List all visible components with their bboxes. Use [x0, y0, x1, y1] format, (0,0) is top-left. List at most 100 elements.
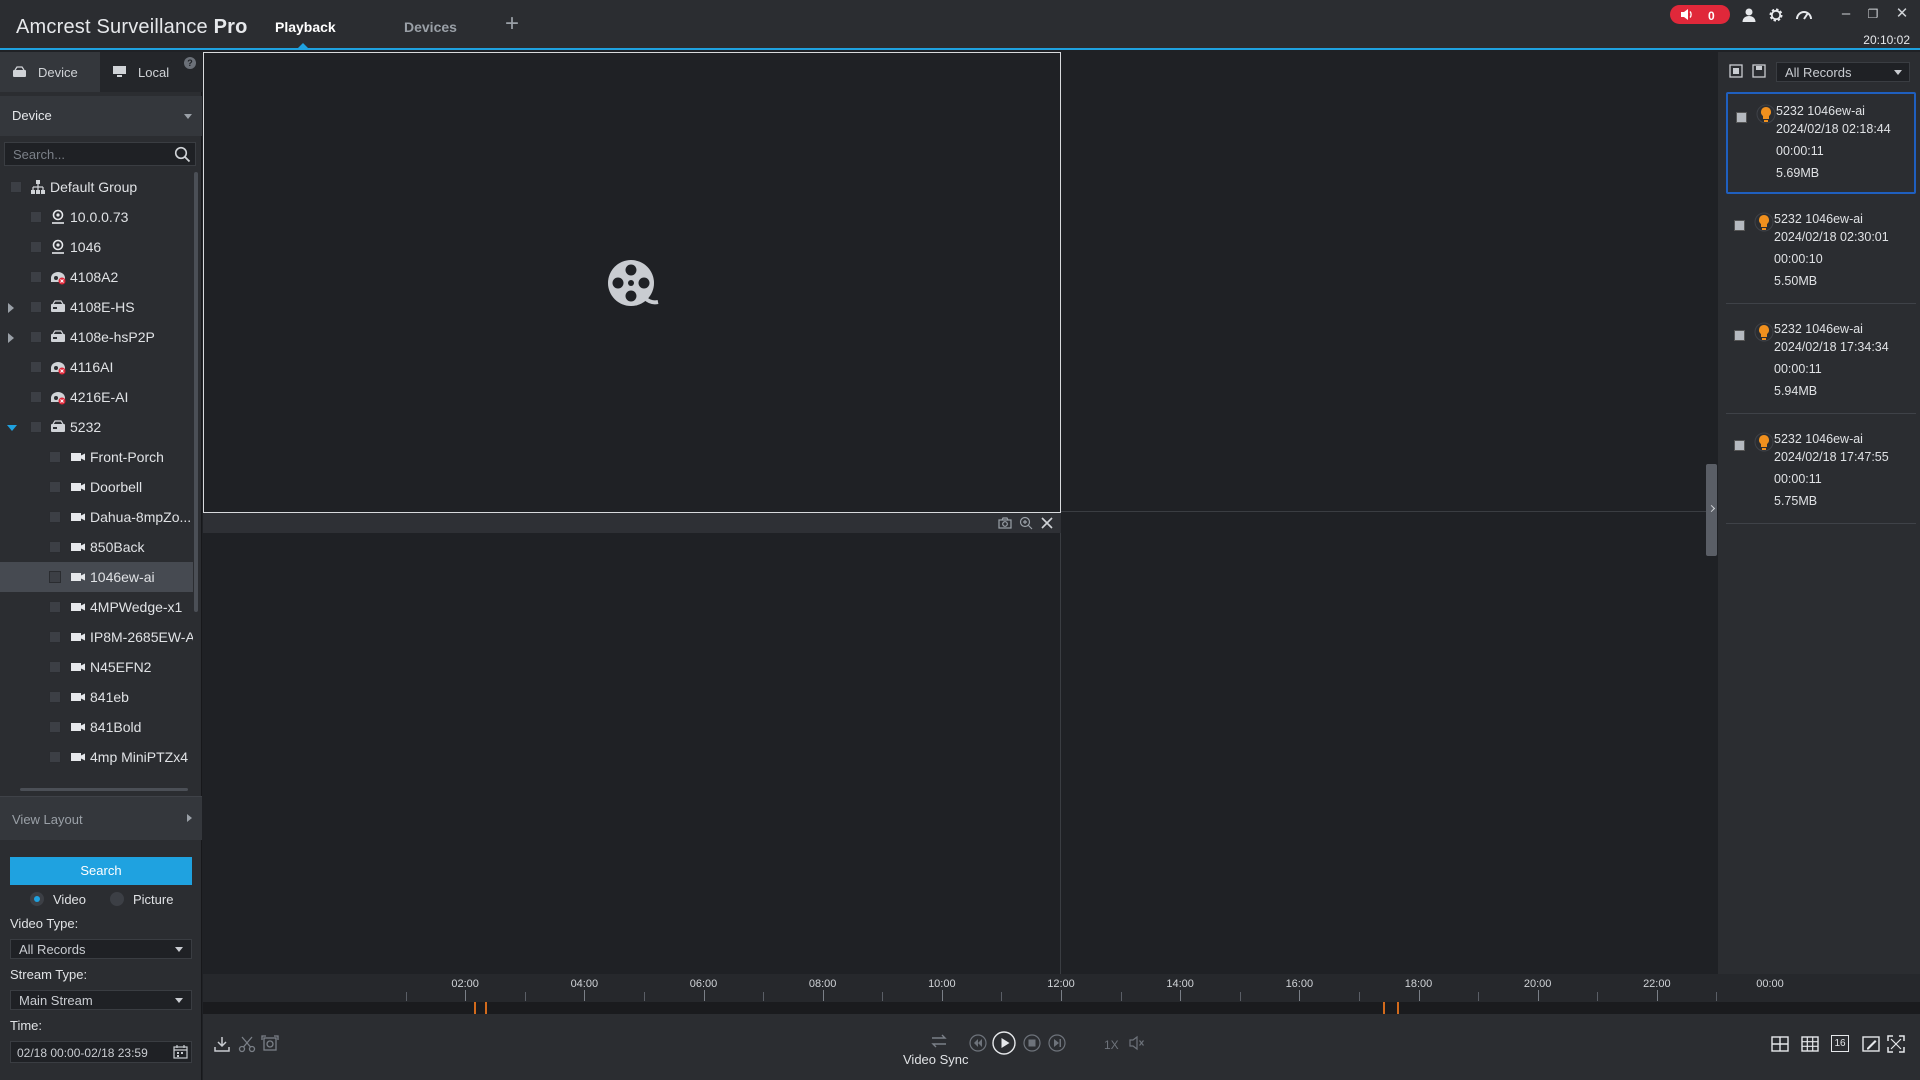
video-pane-3[interactable] — [203, 513, 1061, 974]
tree-item[interactable]: 5232 — [0, 412, 193, 442]
tree-item-checkbox[interactable] — [30, 301, 42, 313]
tree-item[interactable]: 1046ew-ai — [0, 562, 193, 592]
tree-item[interactable]: Doorbell — [0, 472, 193, 502]
record-checkbox[interactable] — [1734, 220, 1745, 231]
tree-item-checkbox[interactable] — [30, 211, 42, 223]
alarm-badge[interactable]: 0 — [1670, 5, 1730, 24]
record-item[interactable]: 5232 1046ew-ai 2024/02/18 17:47:55 00:00:1… — [1726, 422, 1916, 524]
device-search-input[interactable] — [13, 146, 163, 162]
tree-item-checkbox[interactable] — [49, 451, 61, 463]
records-panel-toggle[interactable] — [1706, 464, 1717, 556]
help-icon[interactable]: ? — [184, 57, 196, 69]
download-icon[interactable] — [213, 1035, 231, 1053]
rewind-icon[interactable] — [969, 1034, 987, 1052]
tree-item[interactable]: 841eb — [0, 682, 193, 712]
timeline[interactable]: 02:00 04:00 06:00 08:00 10:00 12:00 14:00 16:00… — [203, 974, 1920, 1014]
speed-label[interactable]: 1X — [1104, 1038, 1119, 1052]
record-item[interactable]: 5232 1046ew-ai 2024/02/18 17:34:34 00:00:1… — [1726, 312, 1916, 414]
timeline-record-marker[interactable] — [1396, 1002, 1399, 1014]
tree-item-checkbox[interactable] — [49, 721, 61, 733]
tree-item[interactable]: 841Bold — [0, 712, 193, 742]
tree-item-checkbox[interactable] — [49, 751, 61, 763]
tree-item[interactable]: 850Back — [0, 532, 193, 562]
tree-item[interactable]: N45EFN2 — [0, 652, 193, 682]
tree-item-checkbox[interactable] — [30, 361, 42, 373]
clip-icon[interactable] — [238, 1035, 256, 1053]
tree-item-checkbox[interactable] — [49, 661, 61, 673]
timeline-track[interactable] — [203, 1002, 1920, 1014]
close-button[interactable]: ✕ — [1892, 4, 1912, 24]
fullscreen-icon[interactable] — [1887, 1035, 1905, 1053]
tree-item-checkbox[interactable] — [49, 511, 61, 523]
layout-16-icon[interactable]: 16 — [1831, 1035, 1849, 1052]
collapse-arrow-icon[interactable] — [8, 333, 14, 343]
tree-item-checkbox[interactable] — [49, 571, 61, 583]
tree-item-checkbox[interactable] — [30, 241, 42, 253]
restore-button[interactable]: ❐ — [1863, 4, 1883, 24]
tab-devices[interactable]: Devices — [404, 19, 457, 35]
sync-icon[interactable] — [930, 1032, 948, 1050]
search-button[interactable]: Search — [10, 857, 192, 885]
time-range-field[interactable]: 02/18 00:00-02/18 23:59 — [10, 1041, 192, 1063]
video-pane-2[interactable] — [1061, 52, 1717, 512]
tree-item[interactable]: 4mp MiniPTZx4 — [0, 742, 193, 772]
step-forward-icon[interactable] — [1048, 1034, 1066, 1052]
edit-layout-icon[interactable] — [1862, 1035, 1880, 1053]
camera-snapshot-icon[interactable] — [998, 516, 1012, 530]
tree-item-checkbox[interactable] — [49, 691, 61, 703]
tree-item[interactable]: 4MPWedge-x1 — [0, 592, 193, 622]
stream-type-dropdown[interactable]: Main Stream — [10, 990, 192, 1010]
video-sync-label[interactable]: Video Sync — [903, 1052, 969, 1067]
video-type-dropdown[interactable]: All Records — [10, 939, 192, 959]
timeline-record-marker[interactable] — [484, 1002, 487, 1014]
tree-item[interactable]: 4108e-hsP2P — [0, 322, 193, 352]
picture-radio[interactable] — [110, 892, 124, 906]
calendar-icon[interactable] — [173, 1045, 188, 1059]
tree-item[interactable]: 4116AI — [0, 352, 193, 382]
tree-item-checkbox[interactable] — [30, 331, 42, 343]
close-icon[interactable] — [1040, 516, 1054, 530]
tree-item[interactable]: Default Group — [0, 172, 193, 202]
record-item[interactable]: 5232 1046ew-ai 2024/02/18 02:18:44 00:00:1… — [1726, 92, 1916, 194]
video-radio[interactable] — [30, 892, 44, 906]
plus-icon[interactable]: + — [505, 12, 519, 36]
user-icon[interactable] — [1740, 6, 1758, 24]
tree-item[interactable]: 10.0.0.73 — [0, 202, 193, 232]
tab-playback[interactable]: Playback — [275, 19, 336, 35]
video-pane-1[interactable] — [203, 52, 1061, 513]
tree-scrollbar[interactable] — [194, 172, 198, 612]
tab-local[interactable]: Local ? — [102, 52, 202, 92]
mute-icon[interactable] — [1128, 1034, 1146, 1052]
tree-item[interactable]: IP8M-2685EW-A — [0, 622, 193, 652]
tree-item[interactable]: 4108E-HS — [0, 292, 193, 322]
view-layout-section[interactable]: View Layout — [0, 796, 202, 840]
tree-item[interactable]: 4216E-AI — [0, 382, 193, 412]
select-all-icon[interactable] — [1728, 63, 1744, 79]
stop-icon[interactable] — [1023, 1034, 1041, 1052]
record-checkbox[interactable] — [1734, 440, 1745, 451]
tree-horizontal-scrollbar[interactable] — [20, 788, 188, 791]
play-icon[interactable] — [992, 1031, 1016, 1055]
expand-arrow-icon[interactable] — [7, 425, 17, 431]
gear-icon[interactable] — [1767, 6, 1785, 24]
timeline-record-marker[interactable] — [1383, 1002, 1386, 1014]
tree-item-checkbox[interactable] — [30, 391, 42, 403]
tree-item[interactable]: Front-Porch — [0, 442, 193, 472]
speedometer-icon[interactable] — [1795, 6, 1813, 24]
layout-4-icon[interactable] — [1771, 1035, 1789, 1053]
video-pane-4[interactable] — [1061, 513, 1717, 974]
record-checkbox[interactable] — [1736, 112, 1747, 123]
tree-item-checkbox[interactable] — [49, 541, 61, 553]
minimize-button[interactable]: – — [1836, 4, 1856, 24]
timeline-record-marker[interactable] — [473, 1002, 476, 1014]
tree-item[interactable]: 4108A2 — [0, 262, 193, 292]
tree-item-checkbox[interactable] — [30, 421, 42, 433]
search-icon[interactable] — [174, 146, 191, 163]
collapse-arrow-icon[interactable] — [8, 303, 14, 313]
tree-item[interactable]: 1046 — [0, 232, 193, 262]
device-filter-dropdown[interactable]: Device — [0, 96, 202, 136]
tree-item-checkbox[interactable] — [10, 181, 22, 193]
zoom-in-icon[interactable] — [1019, 516, 1033, 530]
tree-item-checkbox[interactable] — [49, 601, 61, 613]
record-checkbox[interactable] — [1734, 330, 1745, 341]
